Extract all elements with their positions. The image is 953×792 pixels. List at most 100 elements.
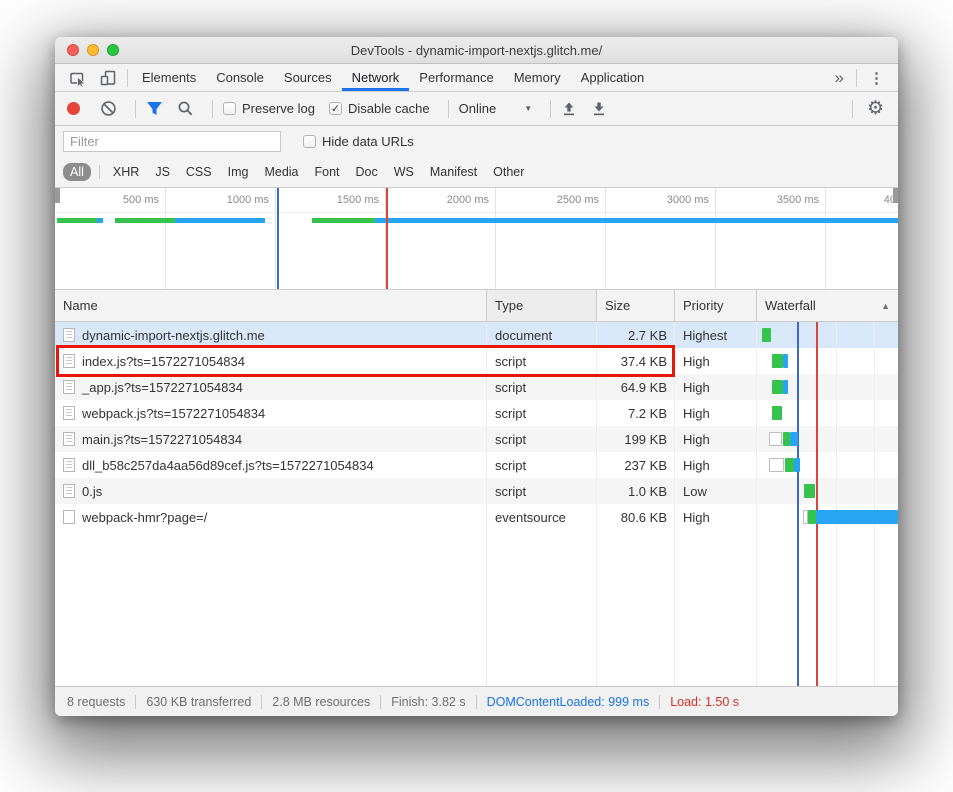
cell-name: webpack-hmr?page=/: [55, 510, 487, 525]
gear-icon[interactable]: ⚙: [857, 97, 888, 120]
type-filter-font[interactable]: Font: [308, 163, 347, 181]
table-row[interactable]: dynamic-import-nextjs.glitch.medocument2…: [55, 322, 898, 348]
table-row[interactable]: index.js?ts=1572271054834script37.4 KBHi…: [55, 348, 898, 374]
zoom-window-button[interactable]: [107, 44, 119, 56]
screenshot-root: { "window": { "title": "DevTools - dynam…: [0, 0, 953, 792]
type-filter-all[interactable]: All: [63, 163, 91, 181]
type-filter-xhr[interactable]: XHR: [106, 163, 146, 181]
network-overview-timeline[interactable]: 500 ms1000 ms1500 ms2000 ms2500 ms3000 m…: [55, 188, 898, 290]
inspect-element-icon[interactable]: [63, 64, 93, 91]
column-header-size[interactable]: Size: [597, 290, 675, 321]
filter-bar: Hide data URLs: [55, 126, 898, 157]
table-row[interactable]: webpack-hmr?page=/eventsource80.6 KBHigh: [55, 504, 898, 530]
request-name: dll_b58c257da4aa56d89cef.js?ts=157227105…: [82, 458, 374, 473]
timeline-tick-label: 1000 ms: [165, 194, 269, 206]
divider: [856, 69, 857, 87]
type-filter-media[interactable]: Media: [257, 163, 305, 181]
title-bar: DevTools - dynamic-import-nextjs.glitch.…: [55, 37, 898, 64]
overview-activity-bar: [375, 218, 898, 223]
cell-type: script: [487, 458, 597, 473]
column-header-name[interactable]: Name: [55, 290, 487, 321]
tab-memory[interactable]: Memory: [504, 64, 571, 91]
more-tabs-icon[interactable]: »: [827, 68, 852, 88]
summary-item: 2.8 MB resources: [272, 695, 370, 709]
type-filter-css[interactable]: CSS: [179, 163, 219, 181]
cell-type: script: [487, 432, 597, 447]
summary-item: Finish: 3.82 s: [391, 695, 465, 709]
waterfall-ttfb-bar: [783, 432, 790, 446]
file-icon: [63, 328, 75, 342]
overview-left-handle[interactable]: [55, 188, 60, 203]
cell-waterfall: [757, 504, 898, 530]
checkbox-unchecked[interactable]: [223, 102, 236, 115]
summary-item: 8 requests: [67, 695, 125, 709]
request-name: _app.js?ts=1572271054834: [82, 380, 243, 395]
chevron-down-icon: ▼: [524, 104, 532, 113]
hide-data-urls-label: Hide data URLs: [322, 134, 414, 149]
type-filter-img[interactable]: Img: [221, 163, 256, 181]
timeline-tick-label: 2500 ms: [495, 194, 599, 206]
tab-console[interactable]: Console: [206, 64, 274, 91]
column-header-waterfall[interactable]: Waterfall▲: [757, 290, 898, 321]
checkbox-unchecked[interactable]: [303, 135, 316, 148]
close-window-button[interactable]: [67, 44, 79, 56]
column-header-type[interactable]: Type: [487, 290, 597, 321]
request-table-header: NameTypeSizePriorityWaterfall▲: [55, 290, 898, 322]
throttling-dropdown[interactable]: Online ▼: [459, 101, 533, 116]
overview-activity-bar: [97, 218, 103, 223]
filter-icon[interactable]: [146, 101, 163, 116]
waterfall-ttfb-bar: [772, 380, 783, 394]
cell-name: _app.js?ts=1572271054834: [55, 380, 487, 395]
cell-size: 199 KB: [597, 432, 675, 447]
waterfall-waiting-bar: [769, 432, 782, 446]
search-icon[interactable]: [177, 100, 194, 117]
divider: [99, 165, 100, 179]
waterfall-waiting-bar: [769, 458, 784, 472]
tab-network[interactable]: Network: [342, 64, 410, 91]
checkbox-checked[interactable]: ✓: [329, 102, 342, 115]
type-filter-manifest[interactable]: Manifest: [423, 163, 484, 181]
cell-name: webpack.js?ts=1572271054834: [55, 406, 487, 421]
table-row[interactable]: webpack.js?ts=1572271054834script7.2 KBH…: [55, 400, 898, 426]
type-filter-ws[interactable]: WS: [387, 163, 421, 181]
tab-elements[interactable]: Elements: [132, 64, 206, 91]
hide-data-urls-checkbox[interactable]: Hide data URLs: [303, 134, 414, 149]
summary-item: Load: 1.50 s: [670, 695, 739, 709]
overview-right-handle[interactable]: [893, 188, 898, 203]
window-title: DevTools - dynamic-import-nextjs.glitch.…: [351, 43, 602, 58]
column-header-label: Waterfall: [765, 298, 816, 313]
tab-performance[interactable]: Performance: [409, 64, 503, 91]
table-row[interactable]: dll_b58c257da4aa56d89cef.js?ts=157227105…: [55, 452, 898, 478]
type-filter-other[interactable]: Other: [486, 163, 531, 181]
divider: [476, 695, 477, 709]
table-row[interactable]: main.js?ts=1572271054834script199 KBHigh: [55, 426, 898, 452]
cell-priority: Low: [675, 484, 757, 499]
waterfall-ttfb-bar: [772, 406, 782, 420]
clear-network-log-icon[interactable]: [100, 100, 117, 117]
table-row[interactable]: 0.jsscript1.0 KBLow: [55, 478, 898, 504]
cell-size: 37.4 KB: [597, 354, 675, 369]
preserve-log-checkbox[interactable]: Preserve log: [223, 101, 315, 116]
type-filter-js[interactable]: JS: [148, 163, 177, 181]
filter-input[interactable]: [63, 131, 281, 152]
cell-name: index.js?ts=1572271054834: [55, 354, 487, 369]
export-har-icon[interactable]: [591, 101, 607, 117]
minimize-window-button[interactable]: [87, 44, 99, 56]
device-toolbar-icon[interactable]: [93, 64, 123, 91]
column-header-priority[interactable]: Priority: [675, 290, 757, 321]
table-row[interactable]: _app.js?ts=1572271054834script64.9 KBHig…: [55, 374, 898, 400]
type-filter-doc[interactable]: Doc: [349, 163, 385, 181]
record-network-log-icon[interactable]: [67, 102, 80, 115]
divider: [135, 695, 136, 709]
cell-waterfall: [757, 426, 898, 452]
divider: [852, 100, 853, 118]
tab-sources[interactable]: Sources: [274, 64, 342, 91]
domcontentloaded-line: [797, 322, 799, 686]
file-icon: [63, 458, 75, 472]
request-name: dynamic-import-nextjs.glitch.me: [82, 328, 265, 343]
import-har-icon[interactable]: [561, 101, 577, 117]
disable-cache-checkbox[interactable]: ✓ Disable cache: [329, 101, 430, 116]
devtools-menu-icon[interactable]: ⋮: [861, 69, 892, 87]
tab-application[interactable]: Application: [571, 64, 655, 91]
divider: [550, 100, 551, 118]
